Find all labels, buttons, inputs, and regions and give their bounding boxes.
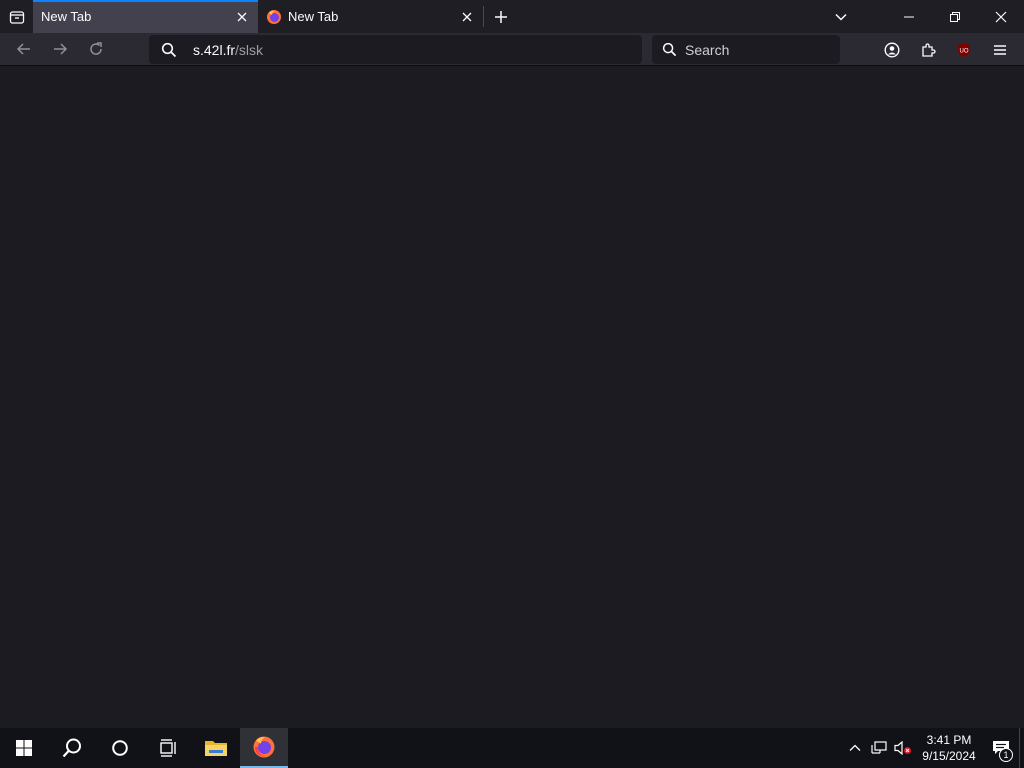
speaker-muted-icon bbox=[894, 741, 911, 755]
firefox-icon bbox=[253, 736, 275, 758]
restore-icon bbox=[950, 11, 960, 22]
url-path: /slsk bbox=[235, 41, 264, 58]
extensions-button[interactable] bbox=[910, 33, 946, 66]
account-icon bbox=[884, 41, 900, 58]
close-tab-button[interactable] bbox=[234, 9, 250, 25]
search-icon bbox=[161, 42, 177, 57]
reload-icon bbox=[90, 42, 102, 55]
search-icon bbox=[662, 42, 677, 57]
volume-button[interactable] bbox=[891, 728, 915, 768]
search-bar[interactable]: Search bbox=[652, 35, 840, 64]
account-button[interactable] bbox=[874, 33, 910, 66]
navigation-toolbar: s.42l.fr/slsk Search UO bbox=[0, 33, 1024, 66]
search-placeholder: Search bbox=[685, 41, 730, 58]
arrow-right-icon bbox=[54, 43, 68, 55]
clock-time: 3:41 PM bbox=[926, 733, 972, 747]
forward-button[interactable] bbox=[42, 33, 78, 66]
close-window-button[interactable] bbox=[978, 0, 1024, 33]
cortana-circle-icon bbox=[112, 740, 128, 756]
file-explorer-button[interactable] bbox=[192, 728, 240, 768]
restore-button[interactable] bbox=[932, 0, 978, 33]
network-icon bbox=[871, 741, 887, 754]
ublock-origin-button[interactable]: UO bbox=[946, 33, 982, 66]
plus-icon bbox=[495, 10, 507, 23]
show-hidden-icons-button[interactable] bbox=[843, 728, 867, 768]
tab-label: New Tab bbox=[288, 9, 339, 24]
url-text[interactable]: s.42l.fr/slsk bbox=[193, 42, 263, 58]
windows-taskbar: 3:41 PM 9/15/2024 1 bbox=[0, 728, 1024, 768]
close-icon bbox=[995, 11, 1007, 22]
tab-strip: New Tab New Tab bbox=[0, 0, 1024, 33]
clock[interactable]: 3:41 PM 9/15/2024 bbox=[915, 732, 983, 764]
tab-label: New Tab bbox=[41, 9, 92, 24]
ublock-origin-icon: UO bbox=[958, 42, 970, 57]
start-button[interactable] bbox=[0, 728, 48, 768]
task-view-button[interactable] bbox=[144, 728, 192, 768]
app-menu-button[interactable] bbox=[982, 33, 1018, 66]
toolbar-actions: UO bbox=[874, 33, 1018, 66]
firefox-favicon-icon bbox=[267, 9, 281, 24]
close-tab-button[interactable] bbox=[459, 9, 475, 25]
firefox-taskbar-button[interactable] bbox=[240, 728, 288, 768]
minimize-button[interactable] bbox=[886, 0, 932, 33]
folder-icon bbox=[205, 741, 227, 756]
hamburger-menu-icon bbox=[994, 44, 1006, 55]
page-content[interactable] bbox=[0, 66, 1024, 728]
reload-button[interactable] bbox=[78, 33, 114, 66]
task-view-icon bbox=[160, 739, 176, 757]
tab-new-tab-1[interactable]: New Tab bbox=[33, 0, 258, 33]
minimize-icon bbox=[904, 16, 914, 17]
network-button[interactable] bbox=[867, 728, 891, 768]
search-icon bbox=[62, 738, 81, 758]
taskbar-search-button[interactable] bbox=[48, 728, 96, 768]
tab-new-tab-2[interactable]: New Tab bbox=[258, 0, 483, 33]
list-all-tabs-button[interactable] bbox=[818, 0, 864, 33]
ublock-badge-text: UO bbox=[960, 48, 969, 54]
notification-count-badge: 1 bbox=[999, 748, 1013, 762]
cortana-button[interactable] bbox=[96, 728, 144, 768]
address-bar[interactable]: s.42l.fr/slsk bbox=[149, 35, 642, 64]
clock-date: 9/15/2024 bbox=[922, 749, 976, 763]
close-icon bbox=[237, 12, 247, 21]
arrow-left-icon bbox=[16, 43, 30, 55]
firefox-view-icon bbox=[9, 10, 24, 24]
show-desktop-button[interactable] bbox=[1019, 728, 1024, 768]
chevron-down-icon bbox=[835, 13, 847, 21]
action-center-button[interactable]: 1 bbox=[983, 728, 1019, 768]
url-host: s.42l.fr bbox=[193, 41, 236, 58]
new-tab-button[interactable] bbox=[484, 0, 518, 33]
back-button[interactable] bbox=[6, 33, 42, 66]
firefox-view-button[interactable] bbox=[0, 0, 33, 33]
tabbar-drag-space[interactable] bbox=[518, 0, 818, 33]
close-icon bbox=[462, 12, 472, 21]
system-tray: 3:41 PM 9/15/2024 1 bbox=[843, 728, 1024, 768]
puzzle-piece-icon bbox=[922, 42, 936, 57]
chevron-up-icon bbox=[849, 744, 861, 751]
windows-logo-icon bbox=[16, 740, 32, 756]
